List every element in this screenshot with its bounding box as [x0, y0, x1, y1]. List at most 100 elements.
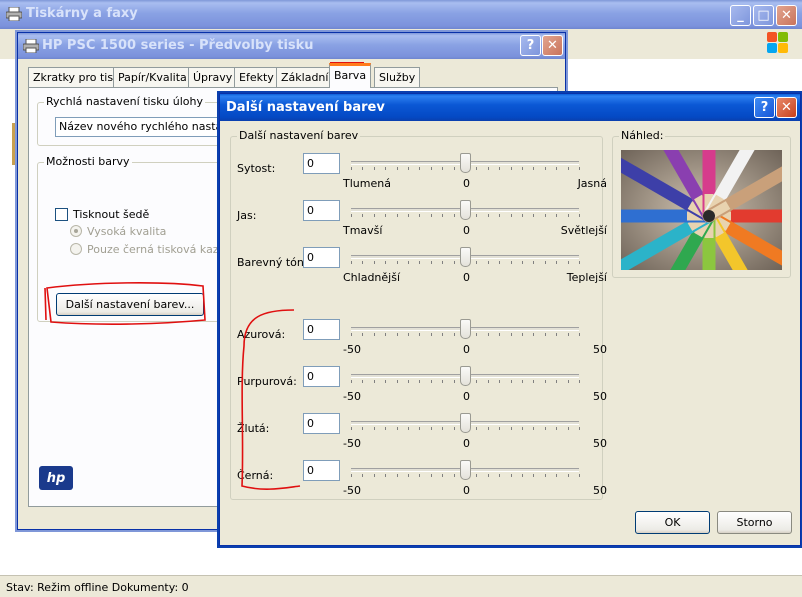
- explorer-titlebar[interactable]: Tiskárny a faxy _ □ ✕: [0, 0, 802, 29]
- help-icon: ?: [526, 38, 535, 53]
- cancel-label: Storno: [736, 516, 773, 529]
- color-settings-title: Další nastavení barev: [226, 100, 385, 115]
- tab-label: Zkratky pro tisk: [33, 71, 120, 84]
- slider-label: Azurová:: [237, 328, 286, 341]
- slider-row: Černá: 0 -50 0 50: [231, 459, 611, 505]
- color-settings-legend: Další nastavení barev: [237, 129, 361, 142]
- slider-max-label: Teplejší: [566, 271, 607, 284]
- slider-value-input[interactable]: 0: [303, 247, 340, 268]
- slider-mid-label: 0: [463, 437, 470, 450]
- color-options-legend: Možnosti barvy: [44, 155, 132, 168]
- slider-value-input[interactable]: 0: [303, 460, 340, 481]
- slider-thumb[interactable]: [460, 247, 471, 267]
- status-text: Stav: Režim offline Dokumenty: 0: [6, 581, 189, 594]
- slider-min-label: Tlumená: [343, 177, 391, 190]
- grayscale-checkbox[interactable]: [55, 208, 68, 221]
- help-button[interactable]: ?: [754, 97, 775, 118]
- slider-mid-label: 0: [463, 390, 470, 403]
- slider-thumb[interactable]: [460, 319, 471, 339]
- minimize-icon: _: [737, 8, 744, 23]
- slider-max-label: 50: [593, 484, 607, 497]
- slider-value: 0: [307, 417, 314, 430]
- slider-max-label: 50: [593, 437, 607, 450]
- slider-mid-label: 0: [463, 484, 470, 497]
- color-settings-group: Další nastavení barev Sytost: 0 Tlumená 0 Ja…: [230, 129, 607, 500]
- slider-value: 0: [307, 323, 314, 336]
- tab-label: Papír/Kvalita: [118, 71, 187, 84]
- slider-value: 0: [307, 370, 314, 383]
- tab-label: Úpravy: [193, 71, 233, 84]
- slider-value: 0: [307, 157, 314, 170]
- ok-button[interactable]: OK: [635, 511, 710, 534]
- tab-label: Barva: [334, 69, 367, 82]
- slider-label: Barevný tón:: [237, 256, 308, 269]
- color-settings-dialog: Další nastavení barev ? ✕ Další nastaven…: [219, 93, 801, 546]
- slider-label: Jas:: [237, 209, 257, 222]
- print-preferences-title: HP PSC 1500 series - Předvolby tisku: [42, 38, 314, 53]
- slider-label: Sytost:: [237, 162, 276, 175]
- slider-thumb[interactable]: [460, 366, 471, 386]
- slider-thumb[interactable]: [460, 153, 471, 173]
- quick-settings-name-input[interactable]: Název nového rychlého nastavení: [55, 117, 230, 137]
- slider-label: Žlutá:: [237, 422, 270, 435]
- slider-max-label: Jasná: [577, 177, 607, 190]
- slider-mid-label: 0: [463, 177, 470, 190]
- slider-label: Purpurová:: [237, 375, 297, 388]
- slider-row: Žlutá: 0 -50 0 50: [231, 412, 611, 458]
- preview-legend: Náhled:: [619, 129, 666, 142]
- minimize-button[interactable]: _: [730, 5, 751, 26]
- slider-max-label: Světlejší: [560, 224, 607, 237]
- help-icon: ?: [760, 100, 769, 115]
- slider-value-input[interactable]: 0: [303, 200, 340, 221]
- close-button[interactable]: ✕: [776, 97, 797, 118]
- slider-value-input[interactable]: 0: [303, 413, 340, 434]
- quick-settings-input-value: Název nového rychlého nastavení: [59, 120, 230, 133]
- tab-basics[interactable]: Základní: [276, 67, 334, 87]
- maximize-button[interactable]: □: [753, 5, 774, 26]
- printer-icon: [22, 38, 40, 54]
- slider-value-input[interactable]: 0: [303, 153, 340, 174]
- close-button[interactable]: ✕: [776, 5, 797, 26]
- windows-flag-icon: [766, 31, 790, 55]
- status-bar: Stav: Režim offline Dokumenty: 0: [0, 575, 802, 597]
- preview-image: [621, 150, 782, 270]
- slider-label: Černá:: [237, 469, 274, 482]
- close-icon: ✕: [781, 8, 792, 23]
- hp-logo-text: hp: [46, 470, 66, 486]
- tab-finishing[interactable]: Úpravy: [188, 67, 238, 87]
- high-quality-radio[interactable]: [70, 225, 82, 237]
- slider-min-label: -50: [343, 390, 361, 403]
- maximize-icon: □: [757, 8, 770, 23]
- tab-shortcuts[interactable]: Zkratky pro tisk: [28, 67, 125, 87]
- close-button[interactable]: ✕: [542, 35, 563, 56]
- tab-services[interactable]: Služby: [374, 67, 421, 87]
- help-button[interactable]: ?: [520, 35, 541, 56]
- slider-thumb[interactable]: [460, 413, 471, 433]
- print-preferences-titlebar[interactable]: HP PSC 1500 series - Předvolby tisku ? ✕: [18, 33, 565, 59]
- slider-value-input[interactable]: 0: [303, 319, 340, 340]
- slider-row: Barevný tón: 0 Chladnější 0 Teplejší: [231, 246, 611, 292]
- black-only-radio[interactable]: [70, 243, 82, 255]
- tab-effects[interactable]: Efekty: [234, 67, 279, 87]
- close-icon: ✕: [547, 38, 558, 53]
- quick-settings-legend: Rychlá nastavení tisku úlohy: [44, 95, 206, 108]
- slider-min-label: -50: [343, 343, 361, 356]
- hp-logo-icon: hp: [39, 466, 73, 490]
- slider-row: Purpurová: 0 -50 0 50: [231, 365, 611, 411]
- slider-thumb[interactable]: [460, 200, 471, 220]
- tab-paper-quality[interactable]: Papír/Kvalita: [113, 67, 192, 87]
- slider-min-label: -50: [343, 437, 361, 450]
- more-color-settings-button[interactable]: Další nastavení barev...: [56, 293, 204, 316]
- slider-value-input[interactable]: 0: [303, 366, 340, 387]
- slider-thumb[interactable]: [460, 460, 471, 480]
- slider-mid-label: 0: [463, 343, 470, 356]
- slider-max-label: 50: [593, 390, 607, 403]
- cancel-button[interactable]: Storno: [717, 511, 792, 534]
- tab-color[interactable]: Barva: [329, 63, 372, 88]
- color-settings-titlebar[interactable]: Další nastavení barev ? ✕: [220, 94, 800, 121]
- slider-value: 0: [307, 464, 314, 477]
- grayscale-label: Tisknout šedě: [73, 208, 150, 221]
- tab-label: Efekty: [239, 71, 274, 84]
- tab-label: Základní: [281, 71, 329, 84]
- preview-group: Náhled:: [612, 129, 791, 278]
